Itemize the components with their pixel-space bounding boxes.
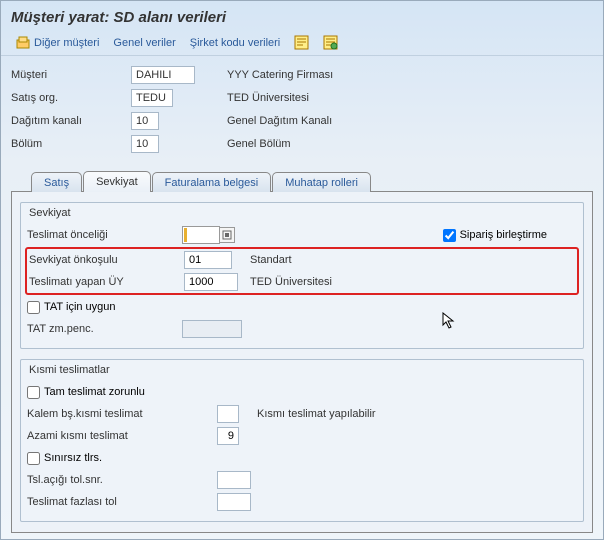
toolbar: Diğer müşteri Genel veriler Şirket kodu … bbox=[1, 30, 603, 56]
tabstrip: Satış Sevkiyat Faturalama belgesi Muhata… bbox=[11, 170, 593, 192]
order-combine-check[interactable]: Sipariş birleştirme bbox=[443, 229, 547, 242]
item-partial-desc: Kısmı teslimat yapılabilir bbox=[257, 408, 376, 420]
deliv-plant-desc: TED Üniversitesi bbox=[250, 276, 332, 288]
ship-cond-input[interactable] bbox=[184, 251, 232, 269]
division-desc: Genel Bölüm bbox=[227, 138, 291, 150]
partial-group-title: Kısmi teslimatlar bbox=[27, 362, 577, 381]
header-fields: Müşteri YYY Catering Firması Satış org. … bbox=[1, 56, 603, 164]
over-tol-label: Teslimat fazlası tol bbox=[27, 496, 217, 508]
tat-window-label: TAT zm.penc. bbox=[27, 323, 182, 335]
unlimited-tol-check[interactable]: Sınırsız tlrs. bbox=[27, 452, 102, 465]
sales-org-desc: TED Üniversitesi bbox=[227, 92, 309, 104]
tat-suitable-label: TAT için uygun bbox=[44, 301, 116, 313]
shipping-groupbox: Sevkiyat Teslimat önceliği Si bbox=[20, 202, 584, 349]
tab-sales[interactable]: Satış bbox=[31, 172, 82, 192]
general-data-button[interactable]: Genel veriler bbox=[113, 37, 175, 49]
company-code-data-label: Şirket kodu verileri bbox=[190, 37, 280, 49]
other-customer-label: Diğer müşteri bbox=[34, 37, 99, 49]
division-label: Bölüm bbox=[11, 138, 131, 150]
company-code-data-button[interactable]: Şirket kodu verileri bbox=[190, 37, 280, 49]
dist-channel-desc: Genel Dağıtım Kanalı bbox=[227, 115, 332, 127]
customer-input[interactable] bbox=[131, 66, 195, 84]
max-partial-input[interactable] bbox=[217, 427, 239, 445]
delivery-priority-label: Teslimat önceliği bbox=[27, 229, 182, 241]
complete-delivery-check[interactable]: Tam teslimat zorunlu bbox=[27, 386, 145, 399]
customer-label: Müşteri bbox=[11, 69, 131, 81]
tat-window-input[interactable] bbox=[182, 320, 242, 338]
dist-channel-label: Dağıtım kanalı bbox=[11, 115, 131, 127]
cursor-icon bbox=[442, 312, 456, 333]
deliv-plant-label: Teslimatı yapan ÜY bbox=[29, 276, 184, 288]
toolbar-icon-2[interactable] bbox=[323, 35, 338, 50]
toolbar-icon-1[interactable] bbox=[294, 35, 309, 50]
division-input[interactable] bbox=[131, 135, 159, 153]
complete-delivery-label: Tam teslimat zorunlu bbox=[44, 386, 145, 398]
deliv-plant-input[interactable] bbox=[184, 273, 238, 291]
search-help-button[interactable] bbox=[219, 227, 235, 243]
dist-channel-input[interactable] bbox=[131, 112, 159, 130]
delivery-priority-input[interactable] bbox=[182, 226, 220, 244]
order-combine-label: Sipariş birleştirme bbox=[460, 229, 547, 241]
tab-billing[interactable]: Faturalama belgesi bbox=[152, 172, 272, 192]
tab-partner[interactable]: Muhatap rolleri bbox=[272, 172, 371, 192]
ship-cond-desc: Standart bbox=[250, 254, 292, 266]
customer-desc: YYY Catering Firması bbox=[227, 69, 333, 81]
highlight-box: Sevkiyat önkoşulu Standart Teslimatı yap… bbox=[25, 247, 579, 295]
sales-org-label: Satış org. bbox=[11, 92, 131, 104]
under-tol-input[interactable] bbox=[217, 471, 251, 489]
general-data-label: Genel veriler bbox=[113, 37, 175, 49]
other-customer-button[interactable]: Diğer müşteri bbox=[16, 36, 99, 50]
shipping-group-title: Sevkiyat bbox=[27, 205, 577, 224]
complete-delivery-checkbox[interactable] bbox=[27, 386, 40, 399]
under-tol-label: Tsl.açığı tol.snr. bbox=[27, 474, 217, 486]
item-partial-input[interactable] bbox=[217, 405, 239, 423]
item-partial-label: Kalem bş.kısmi teslimat bbox=[27, 408, 217, 420]
unlimited-tol-label: Sınırsız tlrs. bbox=[44, 452, 102, 464]
partial-groupbox: Kısmi teslimatlar Tam teslimat zorunlu K… bbox=[20, 359, 584, 522]
ship-cond-label: Sevkiyat önkoşulu bbox=[29, 254, 184, 266]
unlimited-tol-checkbox[interactable] bbox=[27, 452, 40, 465]
order-combine-checkbox[interactable] bbox=[443, 229, 456, 242]
tab-panel-shipping: Sevkiyat Teslimat önceliği Si bbox=[11, 192, 593, 533]
tat-suitable-check[interactable]: TAT için uygun bbox=[27, 301, 116, 314]
max-partial-label: Azami kısmı teslimat bbox=[27, 430, 217, 442]
page-title: Müşteri yarat: SD alanı verileri bbox=[11, 9, 226, 26]
over-tol-input[interactable] bbox=[217, 493, 251, 511]
other-customer-icon bbox=[16, 36, 30, 50]
tat-suitable-checkbox[interactable] bbox=[27, 301, 40, 314]
sales-org-input[interactable] bbox=[131, 89, 173, 107]
tab-shipping[interactable]: Sevkiyat bbox=[83, 171, 151, 192]
